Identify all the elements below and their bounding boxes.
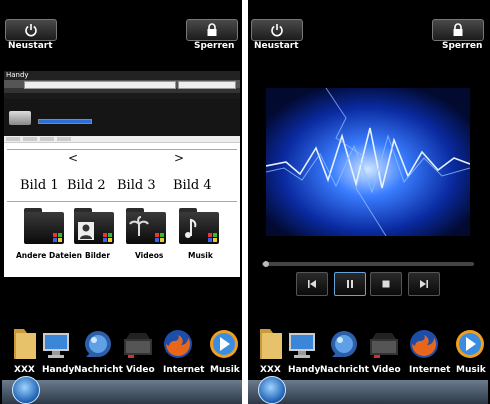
group-header <box>7 197 237 202</box>
dock-label: Nachricht <box>74 365 123 375</box>
tab[interactable] <box>40 137 54 141</box>
dock-label: Musik <box>456 365 486 375</box>
video-icon[interactable] <box>368 327 400 361</box>
previous-icon <box>308 280 316 288</box>
power-icon <box>271 24 283 37</box>
dock-label: Handy <box>288 365 321 375</box>
lock-icon <box>207 23 217 36</box>
firefox-icon[interactable] <box>408 327 440 361</box>
folder-videos-icon[interactable] <box>126 208 166 244</box>
video-content <box>266 88 470 236</box>
next-icon <box>420 280 428 288</box>
seek-bar[interactable] <box>262 262 474 266</box>
next-image-button[interactable]: > <box>174 151 184 165</box>
folder-label: Musik <box>188 251 213 260</box>
lock-icon <box>453 23 463 36</box>
music-note-icon <box>185 218 197 238</box>
previous-button[interactable] <box>296 272 328 296</box>
video-icon[interactable] <box>122 327 154 361</box>
image-nav: < > <box>4 151 240 167</box>
explorer-window: Handy < > Bild 1 Bild 2 Bild 3 Bild 4 An… <box>4 71 240 277</box>
folder-label: Bilder <box>85 251 111 260</box>
next-button[interactable] <box>408 272 440 296</box>
folder-icon[interactable] <box>8 327 40 361</box>
pause-icon <box>347 280 353 288</box>
stop-button[interactable] <box>370 272 402 296</box>
dock-label: Musik <box>210 365 240 375</box>
dock-label: XXX <box>260 365 281 375</box>
dock-label: Nachricht <box>320 365 369 375</box>
dock-label: Video <box>372 365 401 375</box>
drive-usage-bar <box>38 119 92 124</box>
video-frame[interactable] <box>266 88 470 236</box>
image-slot-1[interactable]: Bild 1 <box>20 178 59 193</box>
address-bar <box>4 80 240 89</box>
palm-tree-icon <box>129 216 149 236</box>
window-title: Handy <box>4 71 240 80</box>
start-orb-icon[interactable] <box>258 376 286 404</box>
search-input[interactable] <box>178 81 236 89</box>
address-input[interactable] <box>24 81 176 89</box>
dock-label: XXX <box>14 365 35 375</box>
power-icon <box>25 24 37 37</box>
stop-icon <box>382 280 390 288</box>
dock-label: Internet <box>163 365 205 375</box>
restart-label: Neustart <box>254 41 299 51</box>
dock-label: Handy <box>42 365 75 375</box>
seek-handle[interactable] <box>263 261 270 267</box>
lock-button[interactable] <box>432 19 484 41</box>
image-slot-2[interactable]: Bild 2 <box>67 178 106 193</box>
firefox-icon[interactable] <box>162 327 194 361</box>
folder-label: Andere Dateien <box>16 251 82 260</box>
media-player-icon[interactable] <box>208 327 240 361</box>
folder-pictures-icon[interactable] <box>74 208 114 244</box>
media-player-icon[interactable] <box>454 327 486 361</box>
folder-music-icon[interactable] <box>179 208 219 244</box>
windows-logo-icon <box>53 233 62 242</box>
drive-details-pane <box>4 99 240 136</box>
computer-icon[interactable] <box>40 327 72 361</box>
folder-label: Videos <box>135 251 164 260</box>
person-icon <box>78 222 94 240</box>
image-slot-3[interactable]: Bild 3 <box>117 178 156 193</box>
prev-image-button[interactable]: < <box>68 151 78 165</box>
tab[interactable] <box>57 137 71 141</box>
start-orb-icon[interactable] <box>12 376 40 404</box>
folder-icon[interactable] <box>254 327 286 361</box>
lock-label: Sperren <box>442 41 483 51</box>
messenger-icon[interactable] <box>328 327 360 361</box>
pause-button[interactable] <box>334 272 366 296</box>
image-slot-4[interactable]: Bild 4 <box>173 178 212 193</box>
tab[interactable] <box>6 137 20 141</box>
computer-icon[interactable] <box>286 327 318 361</box>
tab[interactable] <box>23 137 37 141</box>
restart-button[interactable] <box>5 19 57 41</box>
messenger-icon[interactable] <box>82 327 114 361</box>
dock-label: Video <box>126 365 155 375</box>
drive-icon <box>9 111 31 125</box>
right-screen: Neustart Sperren XXX Handy Nachricht Vid… <box>248 0 488 404</box>
folder-icon[interactable] <box>24 208 64 244</box>
group-header <box>7 145 237 150</box>
restart-label: Neustart <box>8 41 53 51</box>
lock-label: Sperren <box>194 41 235 51</box>
lock-button[interactable] <box>186 19 238 41</box>
restart-button[interactable] <box>251 19 303 41</box>
dock-label: Internet <box>409 365 451 375</box>
left-screen: Neustart Sperren Handy < > Bild 1 Bild 2… <box>2 0 242 404</box>
view-tabs <box>4 136 240 143</box>
